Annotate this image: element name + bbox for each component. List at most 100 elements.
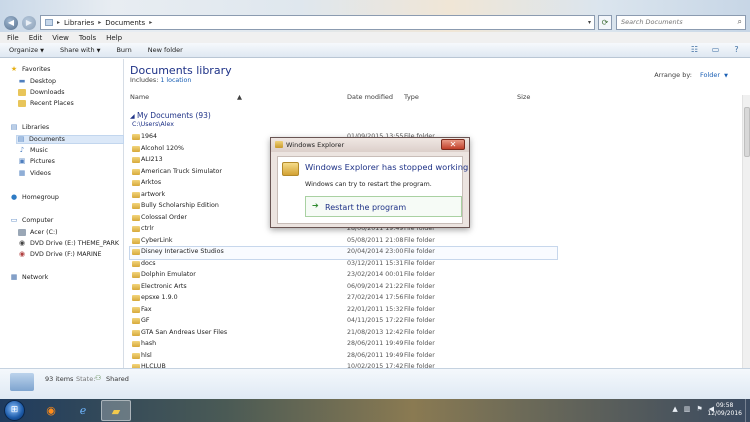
collapse-icon[interactable]: ◢ bbox=[130, 113, 135, 120]
file-date: 28/06/2011 19:49 bbox=[347, 351, 404, 359]
folder-icon bbox=[132, 318, 140, 324]
nav-desktop[interactable]: ▬ Desktop bbox=[18, 78, 56, 86]
nav-libraries[interactable]: ▤ Libraries bbox=[10, 123, 50, 132]
libraries-icon: ▤ bbox=[10, 123, 18, 131]
taskbar-windows-explorer[interactable]: ▰ bbox=[101, 400, 131, 421]
nav-computer[interactable]: ▭ Computer bbox=[10, 217, 54, 225]
file-row[interactable]: GF 04/11/2015 17:22 File folder bbox=[130, 316, 730, 328]
folder-icon bbox=[132, 237, 140, 244]
restart-program-option[interactable]: ➔ Restart the program bbox=[305, 196, 462, 217]
file-row[interactable]: epsxe 1.9.0 27/02/2014 17:56 File folder bbox=[130, 293, 730, 305]
file-row[interactable]: Fax 22/01/2011 15:32 File folder bbox=[130, 305, 730, 317]
forward-button[interactable]: ▶ bbox=[22, 16, 36, 30]
folder-icon bbox=[132, 157, 140, 163]
search-box[interactable]: ⌕ bbox=[616, 15, 746, 30]
state-label: State: bbox=[76, 375, 96, 383]
menu-edit[interactable]: Edit bbox=[29, 34, 43, 42]
address-row: ◀ ▶ ▸ Libraries ▸ Documents ▸ ▾ ⟳ ⌕ bbox=[0, 14, 750, 32]
file-type: File folder bbox=[404, 351, 435, 359]
file-name: artwork bbox=[141, 190, 166, 198]
nav-drive-e[interactable]: ◉ DVD Drive (E:) THEME_PARK bbox=[18, 239, 119, 248]
burn-button[interactable]: Burn bbox=[116, 46, 131, 54]
address-dropdown-icon[interactable]: ▾ bbox=[588, 19, 591, 26]
show-desktop-button[interactable] bbox=[745, 399, 750, 422]
dialog-heading: Windows Explorer has stopped working bbox=[305, 162, 469, 172]
scrollbar-thumb[interactable] bbox=[744, 107, 750, 157]
nav-downloads[interactable]: Downloads bbox=[18, 89, 65, 96]
dialog-close-button[interactable]: ✕ bbox=[441, 139, 465, 150]
dialog-body: Windows Explorer has stopped working Win… bbox=[277, 156, 468, 224]
nav-drive-f[interactable]: ◉ DVD Drive (F:) MARINE bbox=[18, 250, 102, 259]
file-row[interactable]: GTA San Andreas User Files 21/08/2013 12:… bbox=[130, 328, 730, 340]
nav-homegroup[interactable]: ● Homegroup bbox=[10, 194, 59, 202]
column-name[interactable]: Name bbox=[130, 93, 149, 101]
dialog-title-bar[interactable]: Windows Explorer ✕ bbox=[271, 138, 469, 152]
folder-icon bbox=[132, 260, 140, 267]
back-button[interactable]: ◀ bbox=[4, 16, 18, 30]
dvd-drive-icon: ◉ bbox=[18, 250, 26, 258]
file-row[interactable]: hlsl 28/06/2011 19:49 File folder bbox=[130, 351, 730, 363]
nav-videos[interactable]: ▦ Videos bbox=[18, 170, 51, 178]
new-folder-button[interactable]: New folder bbox=[148, 46, 183, 54]
hard-drive-icon bbox=[18, 229, 26, 236]
file-row[interactable]: CyberLink 05/08/2011 21:08 File folder bbox=[130, 236, 730, 248]
search-input[interactable] bbox=[621, 18, 731, 26]
nav-label: Music bbox=[30, 147, 48, 154]
nav-drive-c[interactable]: Acer (C:) bbox=[18, 229, 58, 236]
organize-button[interactable]: Organize ▼ bbox=[9, 46, 44, 54]
nav-label: Recent Places bbox=[30, 100, 74, 107]
preview-pane-icon[interactable]: ▭ bbox=[710, 45, 721, 55]
address-bar[interactable]: ▸ Libraries ▸ Documents ▸ ▾ bbox=[40, 15, 595, 30]
nav-favorites[interactable]: ★ Favorites bbox=[10, 66, 51, 74]
help-icon[interactable]: ? bbox=[731, 45, 742, 55]
nav-music[interactable]: ♪ Music bbox=[18, 147, 48, 155]
nav-pictures[interactable]: ▣ Pictures bbox=[18, 158, 55, 166]
folder-icon bbox=[132, 341, 140, 347]
file-type: File folder bbox=[404, 271, 435, 278]
column-type[interactable]: Type bbox=[404, 93, 419, 101]
flag-icon[interactable]: ⚑ bbox=[696, 405, 702, 413]
show-hidden-icons-icon[interactable]: ▲ bbox=[672, 405, 677, 413]
search-icon[interactable]: ⌕ bbox=[738, 17, 742, 27]
file-type: File folder bbox=[404, 282, 435, 290]
nav-label: Pictures bbox=[30, 158, 55, 165]
network-tray-icon[interactable]: ▥ bbox=[684, 405, 691, 413]
firefox-icon: ◉ bbox=[46, 404, 56, 417]
arrow-right-icon: ➔ bbox=[312, 201, 319, 210]
taskbar-firefox[interactable]: ◉ bbox=[36, 400, 66, 421]
chevron-down-icon[interactable]: ▼ bbox=[724, 73, 728, 79]
file-name: hlsl bbox=[141, 351, 152, 359]
menu-file[interactable]: File bbox=[7, 34, 19, 42]
menu-view[interactable]: View bbox=[52, 34, 69, 42]
file-row[interactable]: docs 03/12/2011 15:31 File folder bbox=[130, 259, 730, 271]
taskbar-internet-explorer[interactable]: ℯ bbox=[68, 400, 98, 421]
file-row[interactable]: Disney Interactive Studios 20/04/2014 23:… bbox=[129, 246, 558, 260]
arrange-by-dropdown[interactable]: Folder bbox=[700, 71, 720, 79]
nav-network[interactable]: ▦ Network bbox=[10, 274, 49, 282]
vertical-scrollbar[interactable] bbox=[742, 95, 750, 368]
file-name: ctrlr bbox=[141, 225, 154, 232]
menu-tools[interactable]: Tools bbox=[79, 34, 96, 42]
dvd-drive-icon: ◉ bbox=[18, 239, 26, 247]
menu-help[interactable]: Help bbox=[106, 34, 122, 42]
share-with-button[interactable]: Share with ▼ bbox=[60, 46, 100, 54]
change-view-icon[interactable]: ☷ bbox=[689, 45, 700, 55]
nav-documents[interactable]: ▤ Documents bbox=[16, 135, 124, 144]
file-row[interactable]: Dolphin Emulator 23/02/2014 00:01 File fol… bbox=[130, 270, 730, 282]
refresh-button[interactable]: ⟳ bbox=[598, 15, 612, 30]
start-button[interactable]: ⊞ bbox=[4, 400, 25, 421]
folder-icon bbox=[132, 352, 140, 359]
includes-locations-link[interactable]: 1 location bbox=[160, 77, 191, 84]
group-header[interactable]: ◢ My Documents (93) bbox=[130, 111, 211, 120]
column-date-modified[interactable]: Date modified bbox=[347, 93, 393, 101]
clock[interactable]: 09:58 12/09/2016 bbox=[707, 402, 742, 418]
breadcrumb-documents[interactable]: Documents bbox=[105, 19, 145, 27]
file-row[interactable]: hash 28/06/2011 19:49 File folder bbox=[130, 339, 730, 351]
breadcrumb-libraries[interactable]: Libraries bbox=[64, 19, 94, 27]
nav-recent-places[interactable]: Recent Places bbox=[18, 100, 74, 107]
file-row[interactable]: Electronic Arts 06/09/2014 21:22 File fold… bbox=[130, 282, 730, 294]
column-size[interactable]: Size bbox=[517, 93, 530, 101]
nav-label: DVD Drive (F:) MARINE bbox=[30, 251, 102, 258]
file-type: File folder bbox=[404, 328, 435, 336]
view-controls: ☷ ▭ ? bbox=[689, 45, 742, 55]
